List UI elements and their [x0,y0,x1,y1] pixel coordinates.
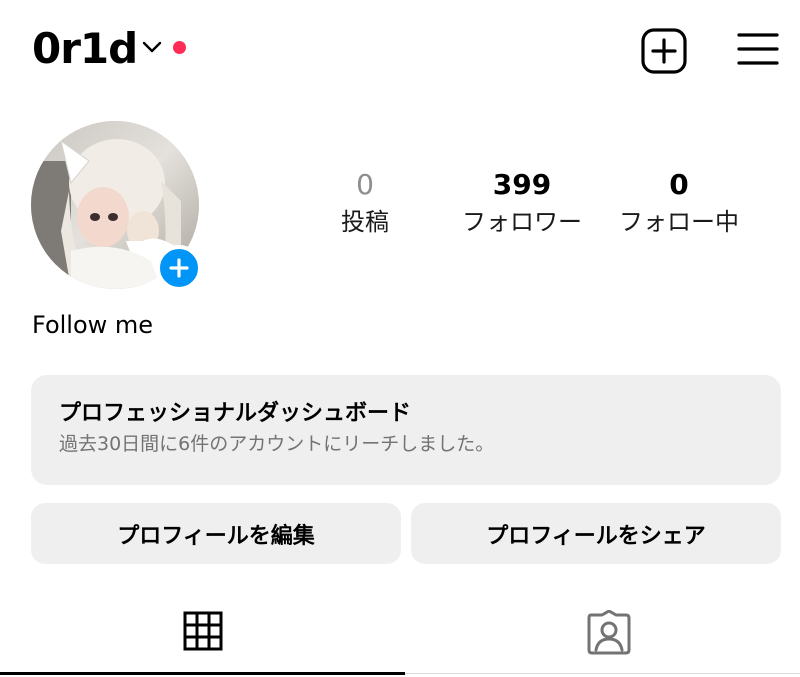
add-story-button[interactable] [156,245,202,291]
plus-square-icon[interactable] [640,27,688,75]
plus-icon [169,258,189,278]
chevron-down-icon[interactable] [141,36,163,58]
profile-bio: Follow me [32,311,154,339]
professional-dashboard-card[interactable]: プロフェッショナルダッシュボード 過去30日間に6件のアカウントにリーチしました… [31,375,781,485]
edit-profile-button[interactable]: プロフィールを編集 [31,503,401,564]
stat-followers-label: フォロワー [462,208,582,236]
stat-followers[interactable]: 399 フォロワー [442,168,602,242]
share-profile-button[interactable]: プロフィールをシェア [411,503,781,564]
tagged-person-icon[interactable] [586,610,632,656]
stat-posts-label: 投稿 [341,208,389,236]
hamburger-menu-icon[interactable] [737,30,779,68]
profile-username[interactable]: 0r1d [32,22,138,76]
dashboard-title: プロフェッショナルダッシュボード [59,401,412,426]
stat-following-label: フォロー中 [619,208,739,236]
stat-following[interactable]: 0 フォロー中 [599,168,759,242]
notification-dot [173,41,186,54]
stat-posts-value: 0 [356,168,374,201]
tab-indicator-active [0,672,405,675]
tab-divider [405,673,800,674]
stat-posts[interactable]: 0 投稿 [285,168,445,242]
grid-icon[interactable] [182,610,224,652]
dashboard-subtitle: 過去30日間に6件のアカウントにリーチしました。 [59,433,495,455]
stat-following-value: 0 [669,168,689,201]
stat-followers-value: 399 [492,168,552,201]
